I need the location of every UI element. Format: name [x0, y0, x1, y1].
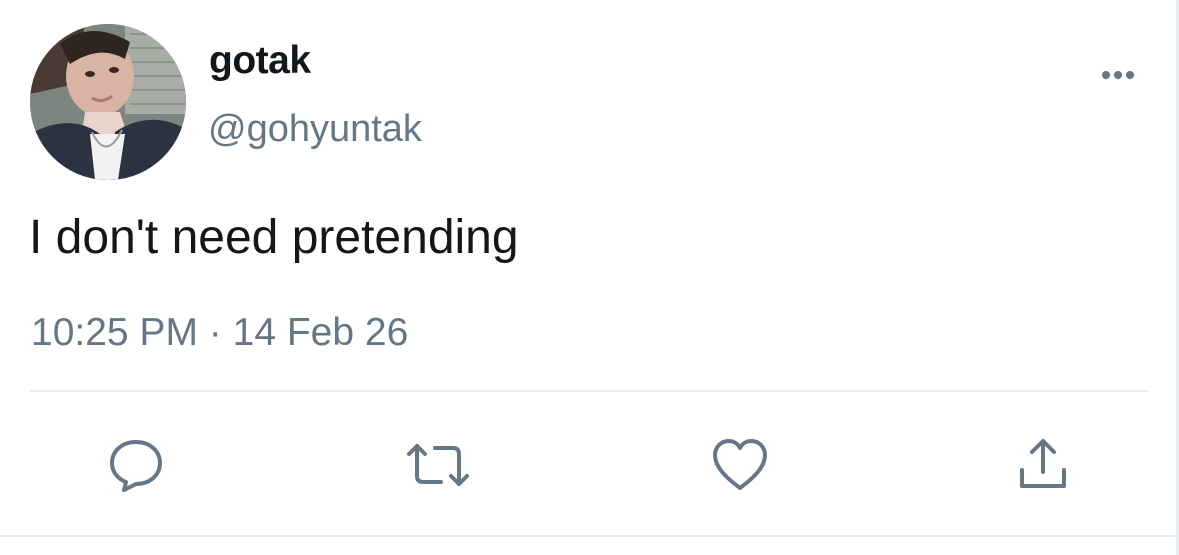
reply-button[interactable]	[101, 430, 171, 500]
bottom-divider	[0, 535, 1176, 537]
avatar-photo	[30, 24, 186, 180]
more-icon	[1102, 71, 1134, 79]
retweet-icon	[407, 444, 469, 486]
tweet-text: I don't need pretending	[29, 211, 519, 264]
share-button[interactable]	[1008, 430, 1078, 500]
like-button[interactable]	[705, 430, 775, 500]
timestamp-separator: ·	[208, 311, 222, 354]
avatar[interactable]	[30, 24, 186, 180]
retweet-button[interactable]	[403, 430, 473, 500]
tweet-date: 14 Feb 26	[232, 311, 409, 354]
user-handle[interactable]: @gohyuntak	[208, 106, 422, 152]
divider	[30, 390, 1148, 392]
tweet-time: 10:25 PM	[31, 311, 198, 354]
display-name[interactable]: gotak	[209, 38, 311, 84]
timestamp[interactable]: 10:25 PM · 14 Feb 26	[31, 309, 408, 357]
reply-icon	[110, 440, 162, 492]
like-icon	[713, 439, 767, 490]
more-options-button[interactable]	[1090, 60, 1150, 90]
share-icon	[1020, 439, 1066, 488]
